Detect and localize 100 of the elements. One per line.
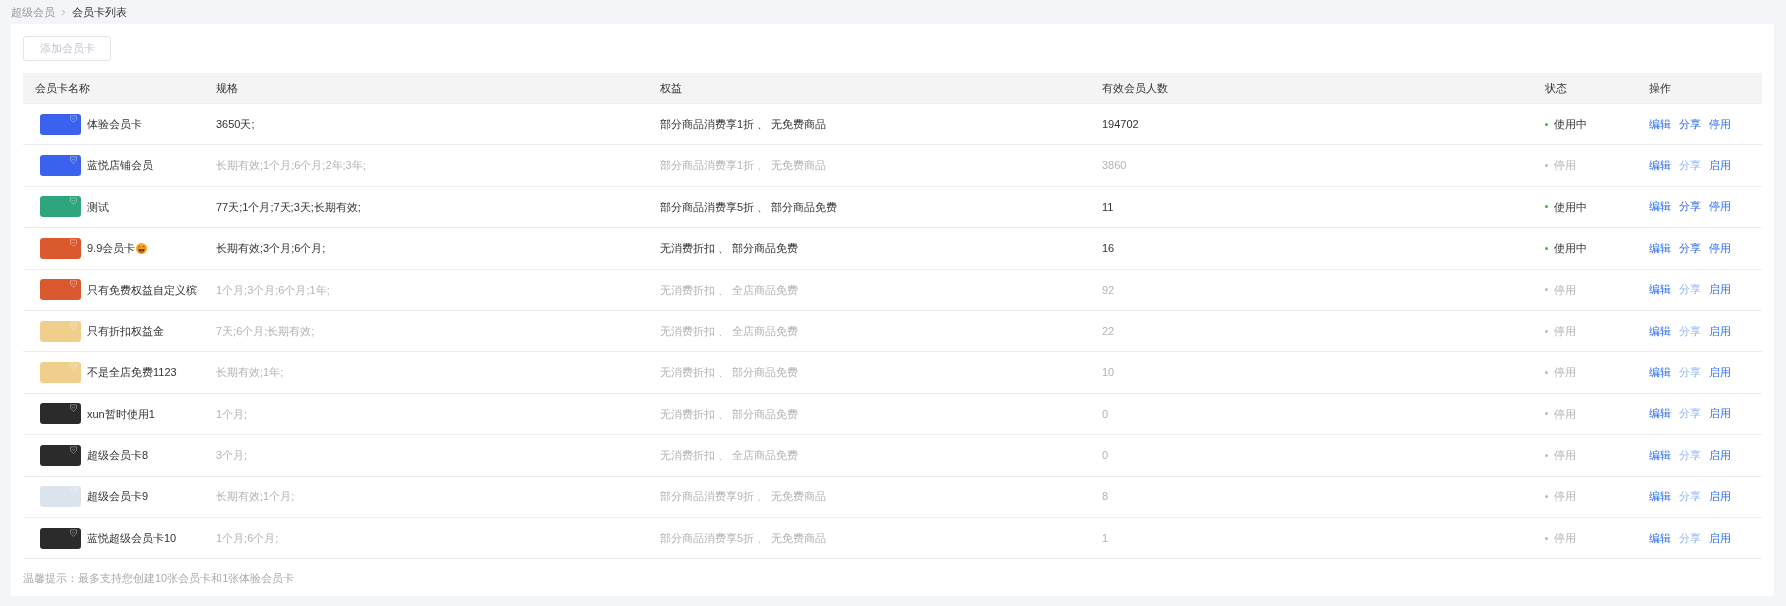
- status-text: 使用中: [1554, 241, 1587, 257]
- status-text: 停用: [1554, 448, 1576, 464]
- benefits-text: 无消费折扣 、 部分商品免费: [660, 407, 799, 420]
- benefits-text: 部分商品消费享9折 、 无免费商品: [660, 490, 827, 503]
- spec-text: 7天;6个月;长期有效;: [216, 324, 315, 337]
- action-link[interactable]: 编辑: [1649, 242, 1671, 254]
- action-link[interactable]: 停用: [1709, 201, 1731, 213]
- shield-icon: [70, 197, 77, 206]
- card-name: 蓝悦店铺会员: [87, 158, 153, 174]
- member-count: 22: [1102, 324, 1115, 337]
- spec-text: 1个月;6个月;: [216, 531, 279, 544]
- spec-text: 长期有效;1年;: [216, 366, 284, 379]
- member-count: 194702: [1102, 117, 1139, 130]
- action-link[interactable]: 启用: [1709, 408, 1731, 420]
- card-name: 体验会员卡: [87, 116, 142, 132]
- shield-icon: [70, 238, 77, 247]
- shield-icon: [70, 321, 77, 330]
- spec-text: 77天;1个月;7天;3天;长期有效;: [216, 200, 361, 213]
- status-text: 停用: [1554, 489, 1576, 505]
- spec-text: 3个月;: [216, 449, 248, 462]
- action-link[interactable]: 启用: [1709, 491, 1731, 503]
- card-name: 超级会员卡9: [87, 489, 149, 505]
- member-count: 8: [1102, 490, 1109, 503]
- action-link[interactable]: 编辑: [1649, 118, 1671, 130]
- action-link[interactable]: 分享: [1679, 242, 1701, 254]
- card-name: 9.9会员卡: [87, 241, 136, 257]
- action-link[interactable]: 启用: [1709, 449, 1731, 461]
- spec-text: 1个月;3个月;6个月;1年;: [216, 283, 330, 296]
- member-count: 16: [1102, 242, 1115, 255]
- action-link[interactable]: 编辑: [1649, 491, 1671, 503]
- member-count: 0: [1102, 407, 1109, 420]
- shield-icon: [70, 528, 77, 537]
- member-count: 11: [1102, 200, 1114, 213]
- column-header: 权益: [660, 81, 682, 94]
- benefits-text: 部分商品消费享5折 、 无免费商品: [660, 531, 827, 544]
- shield-icon: [70, 280, 77, 289]
- card-name: 只有免费权益自定义槟: [87, 282, 197, 298]
- spec-text: 长期有效;1个月;: [216, 490, 295, 503]
- benefits-text: 部分商品消费享1折 、 无免费商品: [660, 117, 827, 130]
- action-link[interactable]: 编辑: [1649, 449, 1671, 461]
- spec-text: 长期有效;3个月;6个月;: [216, 242, 326, 255]
- shield-icon: [70, 363, 77, 372]
- card-name: xun暂时使用1: [87, 406, 155, 422]
- member-count: 10: [1102, 366, 1115, 379]
- card-name: 只有折扣权益金: [87, 323, 164, 339]
- action-link[interactable]: 分享: [1679, 201, 1701, 213]
- card-name: 蓝悦超级会员卡10: [87, 530, 177, 546]
- action-link[interactable]: 编辑: [1649, 325, 1671, 337]
- member-count: 0: [1102, 449, 1109, 462]
- action-link[interactable]: 编辑: [1649, 201, 1671, 213]
- action-link[interactable]: 启用: [1709, 532, 1731, 544]
- action-link[interactable]: 启用: [1709, 367, 1731, 379]
- action-link[interactable]: 停用: [1709, 242, 1731, 254]
- shield-icon: [70, 156, 77, 165]
- status-text: 使用中: [1554, 199, 1587, 215]
- status-text: 使用中: [1554, 116, 1587, 132]
- action-link[interactable]: 启用: [1709, 325, 1731, 337]
- spec-text: 长期有效;1个月;6个月;2年;3年;: [216, 159, 366, 172]
- benefits-text: 无消费折扣 、 部分商品免费: [660, 242, 799, 255]
- benefits-text: 无消费折扣 、 部分商品免费: [660, 366, 799, 379]
- status-text: 停用: [1554, 406, 1576, 422]
- action-link[interactable]: 编辑: [1649, 532, 1671, 544]
- breadcrumb-item[interactable]: 超级会员: [11, 3, 55, 21]
- status-text: 停用: [1554, 323, 1576, 339]
- member-count: 1: [1102, 531, 1109, 544]
- spec-text: 1个月;: [216, 407, 248, 420]
- column-header: 规格: [216, 81, 238, 94]
- shield-icon: [70, 487, 77, 496]
- action-link[interactable]: 分享: [1679, 118, 1701, 130]
- card-name: 超级会员卡8: [87, 448, 149, 464]
- card-name: 测试: [87, 199, 109, 215]
- benefits-text: 无消费折扣 、 全店商品免费: [660, 283, 799, 296]
- action-link[interactable]: 启用: [1709, 160, 1731, 172]
- benefits-text: 部分商品消费享5折 、 部分商品免费: [660, 200, 838, 213]
- member-count: 92: [1102, 283, 1115, 296]
- card-name: 不是全店免费1123: [87, 365, 177, 381]
- action-link[interactable]: 编辑: [1649, 408, 1671, 420]
- column-header: 操作: [1649, 81, 1671, 94]
- status-text: 停用: [1554, 530, 1576, 546]
- benefits-text: 无消费折扣 、 全店商品免费: [660, 449, 799, 462]
- chevron-right-icon: [59, 7, 68, 17]
- column-header: 状态: [1545, 81, 1567, 94]
- action-link[interactable]: 编辑: [1649, 367, 1671, 379]
- tip-text: 温馨提示：最多支持您创建10张会员卡和1张体验会员卡: [23, 571, 295, 587]
- status-text: 停用: [1554, 365, 1576, 381]
- action-link[interactable]: 启用: [1709, 284, 1731, 296]
- member-count: 3860: [1102, 159, 1127, 172]
- status-text: 停用: [1554, 158, 1576, 174]
- action-link[interactable]: 编辑: [1649, 284, 1671, 296]
- shield-icon: [70, 445, 77, 454]
- action-link[interactable]: 停用: [1709, 118, 1731, 130]
- benefits-text: 部分商品消费享1折 、 无免费商品: [660, 159, 827, 172]
- benefits-text: 无消费折扣 、 全店商品免费: [660, 324, 799, 337]
- column-header: 有效会员人数: [1102, 81, 1168, 94]
- shield-icon: [70, 114, 77, 123]
- spec-text: 3650天;: [216, 117, 255, 130]
- action-link[interactable]: 编辑: [1649, 160, 1671, 172]
- status-text: 停用: [1554, 282, 1576, 298]
- shield-icon: [70, 404, 77, 413]
- column-header: 会员卡名称: [35, 81, 90, 94]
